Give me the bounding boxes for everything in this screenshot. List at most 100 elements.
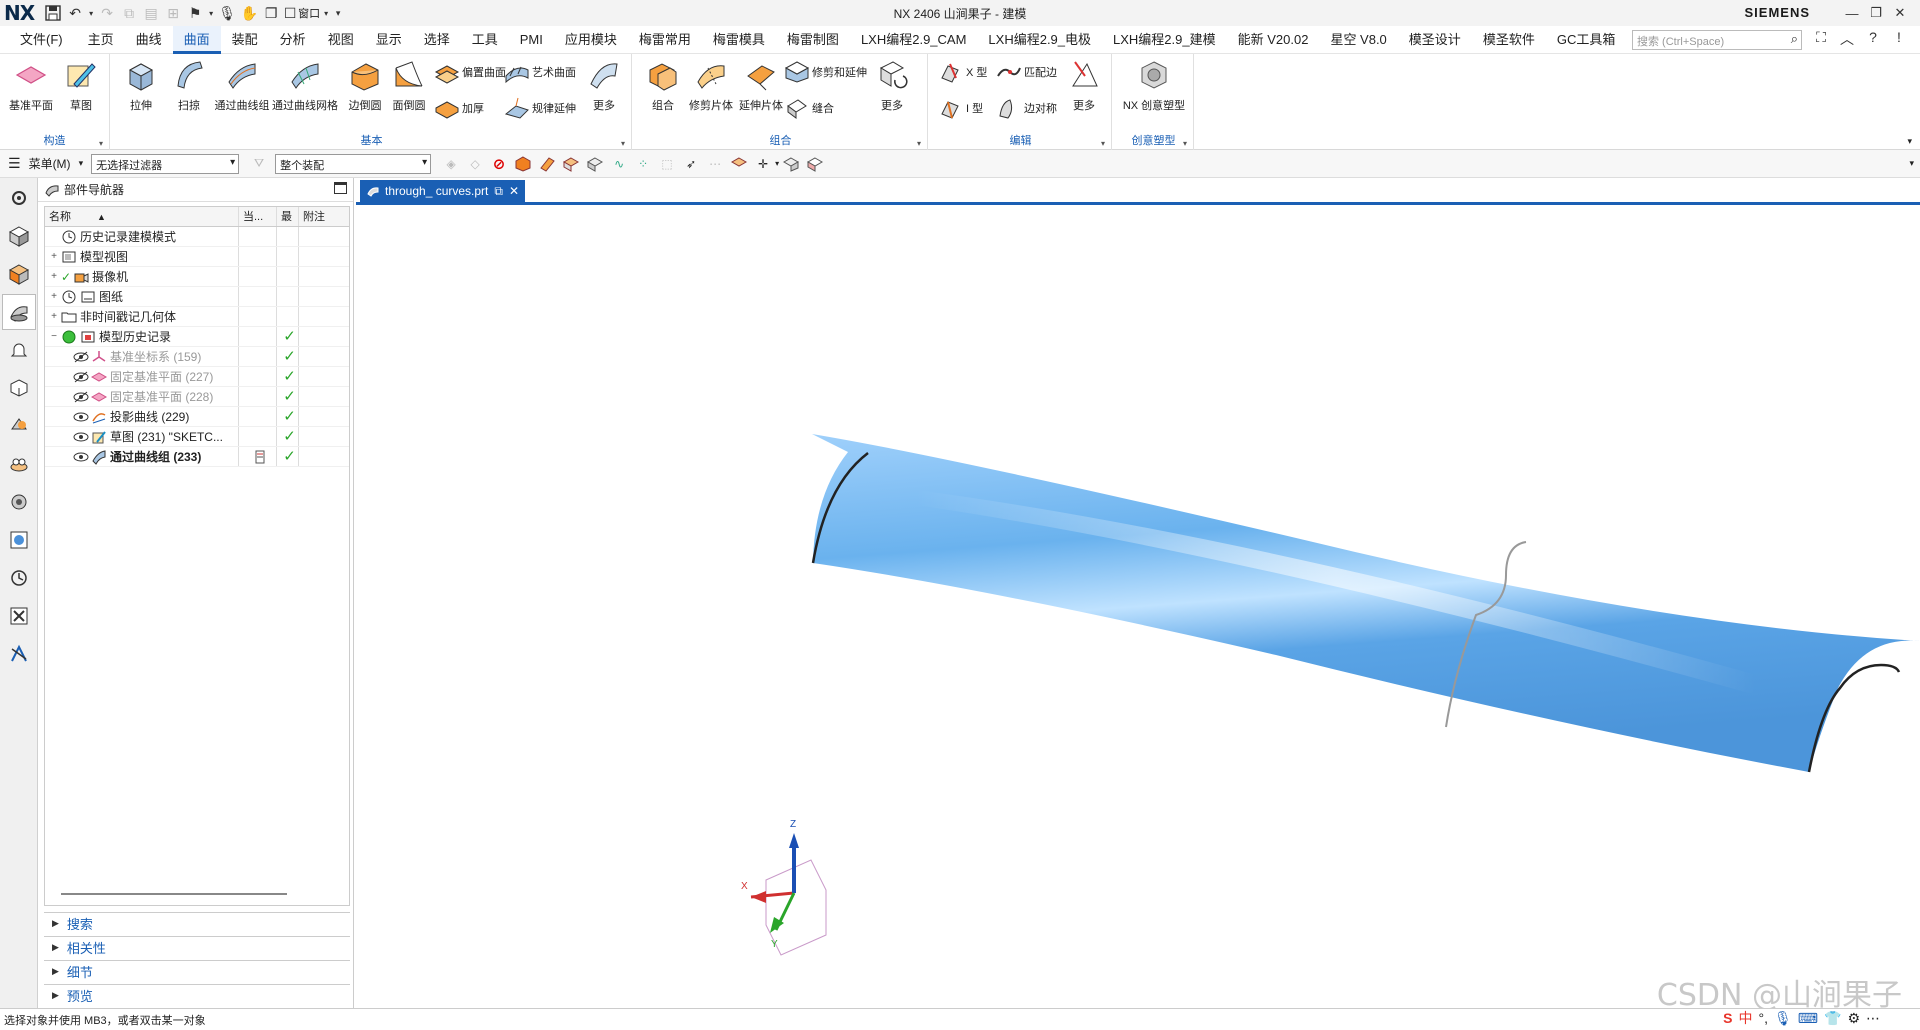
edge-symmetry-button[interactable]: 边对称 — [996, 94, 1057, 122]
through-curves-button[interactable]: 通过曲线组 — [212, 58, 272, 113]
expand-icon[interactable]: + — [49, 307, 59, 326]
tree-row[interactable]: + ✓ 摄像机 — [45, 267, 349, 287]
isolate-icon[interactable] — [805, 154, 825, 174]
column-name[interactable]: 名称 ▲ — [45, 207, 239, 226]
law-extension-button[interactable]: 规律延伸 — [504, 94, 576, 122]
window-dropdown-icon[interactable]: ▾ — [320, 2, 332, 24]
tab-nengxin[interactable]: 能新 V20.02 — [1227, 26, 1320, 54]
skin-icon[interactable]: 👕 — [1824, 1010, 1841, 1027]
tab-view[interactable]: 视图 — [317, 26, 365, 54]
hidden-eye-icon[interactable] — [73, 391, 89, 403]
hidden-eye-icon[interactable] — [73, 371, 89, 383]
face-filter-icon[interactable] — [537, 154, 557, 174]
settings-icon[interactable] — [2, 180, 36, 216]
component-filter-icon[interactable] — [585, 154, 605, 174]
studio-surface-button[interactable]: 艺术曲面 — [504, 58, 576, 86]
tab-select[interactable]: 选择 — [413, 26, 461, 54]
tab-lxh-cam[interactable]: LXH编程2.9_CAM — [850, 26, 977, 54]
undo-icon[interactable]: ↶ — [64, 2, 86, 24]
close-icon[interactable]: ✕ — [1888, 2, 1912, 24]
extrude-button[interactable]: 拉伸 — [114, 58, 168, 113]
document-tab[interactable]: through_ curves.prt ⧉ ✕ — [360, 180, 526, 202]
feature-filter-icon[interactable] — [561, 154, 581, 174]
filter-icon[interactable]: ⛛ — [249, 154, 269, 174]
offset-surface-button[interactable]: 偏置曲面 — [434, 58, 506, 86]
tree-row[interactable]: 历史记录建模模式 — [45, 227, 349, 247]
tree-row[interactable]: 通过曲线组 (233) ✓ — [45, 447, 349, 467]
eye-icon[interactable] — [73, 411, 89, 423]
part-navigator-icon[interactable] — [2, 294, 36, 330]
graphics-window[interactable]: through_ curves.prt ⧉ ✕ X Z Y — [356, 178, 1920, 1008]
point-snap-dropdown-icon[interactable]: ▾ — [775, 159, 779, 168]
group-edit-dropdown-icon[interactable]: ▾ — [1101, 139, 1105, 148]
redo-icon[interactable]: ↷ — [96, 2, 118, 24]
sew-button[interactable]: 缝合 — [784, 94, 834, 122]
window-menu[interactable]: 窗口 — [298, 5, 320, 21]
unite-button[interactable]: 组合 — [636, 58, 690, 113]
section-dependencies[interactable]: ▶ 相关性 — [44, 936, 350, 958]
sweep-button[interactable]: 扫掠 — [162, 58, 216, 113]
model-canvas[interactable]: X Z Y — [356, 205, 1920, 1005]
combine-more-button[interactable]: 更多 — [870, 58, 914, 113]
customize-qa-icon[interactable]: ▾ — [332, 2, 344, 24]
eye-icon[interactable] — [73, 431, 89, 443]
voice-icon[interactable]: 🎙 — [1774, 1010, 1792, 1027]
extend-sheet-button[interactable]: 延伸片体 — [734, 58, 788, 113]
expand-icon[interactable]: + — [49, 287, 59, 306]
curve-filter-icon[interactable]: ∿ — [609, 154, 629, 174]
stop-icon[interactable]: ⊘ — [489, 154, 509, 174]
hamburger-icon[interactable]: ☰ — [0, 155, 21, 172]
tab-mosheng-software[interactable]: 模圣软件 — [1472, 26, 1546, 54]
type-filter-select[interactable]: 无选择过滤器 — [91, 153, 240, 174]
window-icon[interactable]: ☐ — [282, 2, 298, 24]
tree-row[interactable]: 固定基准平面 (228) ✓ — [45, 387, 349, 407]
grid-icon[interactable]: ⋯ — [705, 154, 725, 174]
horizontal-scrollbar[interactable] — [61, 893, 287, 895]
collapse-icon[interactable]: − — [49, 327, 59, 346]
save-icon[interactable] — [42, 2, 64, 24]
switch-window-icon[interactable]: ❐ — [260, 2, 282, 24]
deselect-icon[interactable]: ◇ — [465, 154, 485, 174]
quick-pick-icon[interactable] — [729, 154, 749, 174]
hidden-eye-icon[interactable] — [73, 351, 89, 363]
tab-meilei-drafting[interactable]: 梅雷制图 — [776, 26, 850, 54]
history-palette-icon[interactable] — [2, 446, 36, 482]
expand-icon[interactable]: + — [49, 247, 59, 266]
tab-surface[interactable]: 曲面 — [172, 25, 221, 54]
ribbon-options-icon[interactable]: ▾ — [1907, 136, 1912, 147]
nx-realize-shape-button[interactable]: NX 创意塑型 — [1120, 58, 1188, 113]
constraint-navigator-icon[interactable] — [2, 256, 36, 292]
section-search[interactable]: ▶ 搜索 — [44, 912, 350, 934]
tab-display[interactable]: 显示 — [365, 26, 413, 54]
body-filter-icon[interactable] — [513, 154, 533, 174]
tab-mosheng-design[interactable]: 模圣设计 — [1398, 26, 1472, 54]
tab-lxh-modeling[interactable]: LXH编程2.9_建模 — [1102, 26, 1227, 54]
file-menu[interactable]: 文件(F) — [0, 26, 77, 54]
cam-icon[interactable] — [2, 636, 36, 672]
fullscreen-icon[interactable]: ⛶ — [1808, 29, 1834, 49]
tools-ime-icon[interactable]: ⚙ — [1847, 1010, 1860, 1027]
hd3d-tools-icon[interactable] — [2, 370, 36, 406]
copy-icon[interactable]: ⧉ — [118, 2, 140, 24]
group-construct-dropdown-icon[interactable]: ▾ — [99, 139, 103, 148]
expand-icon[interactable]: + — [49, 267, 59, 286]
coordinate-triad[interactable]: X Z Y — [741, 819, 827, 956]
tools-icon[interactable] — [2, 598, 36, 634]
tab-assembly[interactable]: 装配 — [221, 26, 269, 54]
column-current[interactable]: 当... — [239, 207, 277, 226]
minimize-icon[interactable]: — — [1840, 2, 1864, 24]
ime-language[interactable]: 中 — [1739, 1008, 1753, 1028]
web-browser-icon[interactable] — [2, 408, 36, 444]
keyboard-icon[interactable]: ⌨ — [1798, 1010, 1818, 1027]
tab-applications[interactable]: 应用模块 — [554, 26, 628, 54]
finder-dropdown-icon[interactable]: ▾ — [206, 2, 216, 24]
tab-meilei-mold[interactable]: 梅雷模具 — [702, 26, 776, 54]
tree-row[interactable]: + 非时间戳记几何体 — [45, 307, 349, 327]
section-details[interactable]: ▶ 细节 — [44, 960, 350, 982]
group-combine-dropdown-icon[interactable]: ▾ — [917, 139, 921, 148]
restore-icon[interactable]: ❐ — [1864, 2, 1888, 24]
tab-meilei-common[interactable]: 梅雷常用 — [628, 26, 702, 54]
sogou-icon[interactable]: S — [1723, 1010, 1732, 1026]
column-latest[interactable]: 最 — [277, 207, 299, 226]
tab-pmi[interactable]: PMI — [509, 26, 554, 54]
